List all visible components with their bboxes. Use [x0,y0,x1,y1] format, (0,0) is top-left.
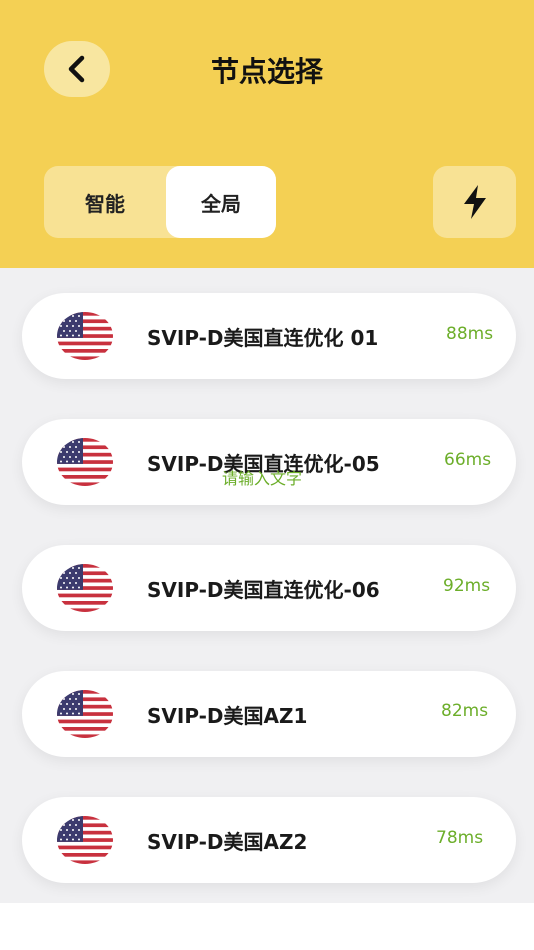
server-item[interactable]: SVIP-D美国直连优化-05 66ms [22,419,516,505]
server-item[interactable]: SVIP-D美国直连优化-06 92ms [22,545,516,631]
server-item[interactable]: SVIP-D美国AZ1 82ms [22,671,516,757]
server-latency: 92ms [443,576,491,596]
text-placeholder: 请输入文字 [222,469,303,488]
tab-global[interactable]: 全局 [166,166,276,238]
tab-smart[interactable]: 智能 [44,166,166,238]
us-flag-icon [57,438,113,486]
us-flag-icon [57,816,113,864]
server-latency: 88ms [446,324,494,344]
server-name: SVIP-D美国直连优化-06 [147,578,380,602]
lightning-bolt-icon [463,185,486,219]
us-flag-icon [57,690,113,738]
server-name: SVIP-D美国AZ2 [147,830,308,854]
server-latency: 78ms [436,828,484,848]
server-name: SVIP-D美国AZ1 [147,704,308,728]
page-title: 节点选择 [210,55,323,88]
boost-button[interactable] [433,166,516,238]
server-list: SVIP-D美国直连优化 01 88ms SVIP-D美国直连优化-05 66m… [0,268,534,903]
us-flag-icon [57,312,113,360]
header-bar: 节点选择 智能 全局 [0,0,534,268]
us-flag-icon [57,564,113,612]
server-name: SVIP-D美国直连优化 01 [147,326,379,350]
server-item[interactable]: SVIP-D美国AZ2 78ms [22,797,516,883]
server-latency: 82ms [441,701,489,721]
server-item[interactable]: SVIP-D美国直连优化 01 88ms [22,293,516,379]
mode-segmented-control: 智能 全局 [44,166,276,238]
server-latency: 66ms [444,450,492,470]
